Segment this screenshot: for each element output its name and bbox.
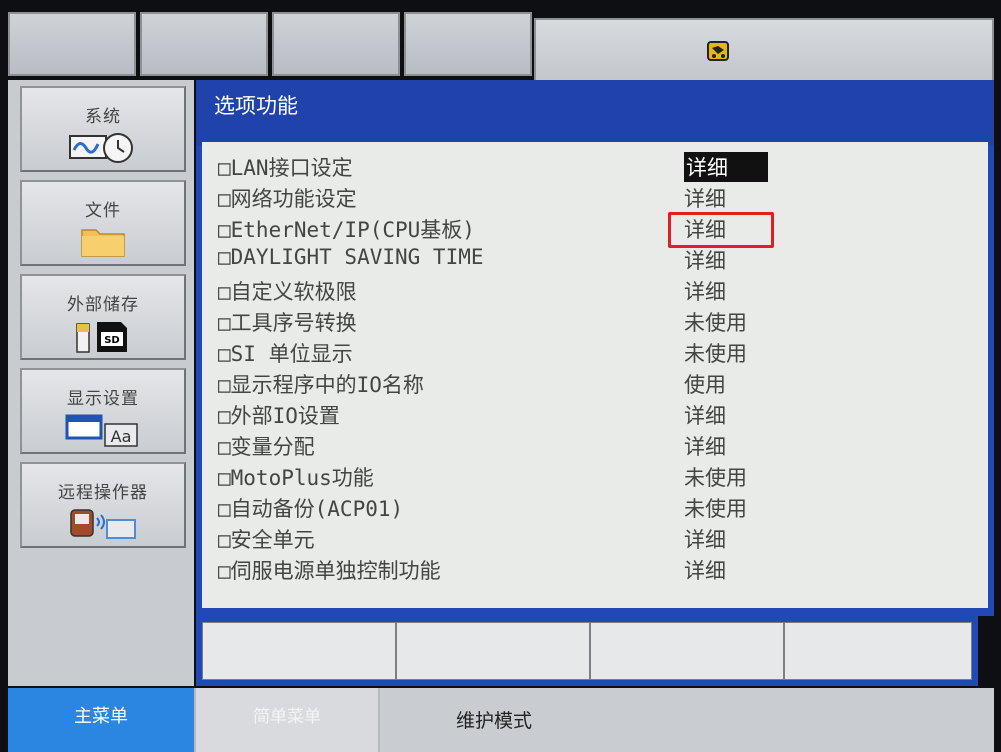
list-item[interactable]: □变量分配 详细 (218, 431, 978, 461)
remote-pendant-icon (70, 509, 136, 539)
softkey-1[interactable] (202, 622, 396, 680)
main-menu-sidebar: 系统 文件 外部储存 SD 显示设置 Aa 远程操作器 (8, 80, 194, 686)
sidebar-item-system[interactable]: 系统 (20, 86, 186, 172)
window-title-bar: 选项功能 (196, 80, 994, 146)
option-value[interactable]: 未使用 (684, 493, 747, 523)
page-title: 选项功能 (214, 94, 298, 118)
robot-status-icon (707, 41, 729, 61)
highlight-annotation-box (668, 212, 774, 248)
option-name: □外部IO设置 (218, 404, 340, 428)
top-tab-3[interactable] (272, 12, 400, 76)
list-item[interactable]: □DAYLIGHT SAVING TIME 详细 (218, 245, 978, 275)
option-value[interactable]: 未使用 (684, 307, 747, 337)
folder-icon (81, 229, 125, 257)
list-item[interactable]: □自定义软极限 详细 (218, 276, 978, 306)
list-item[interactable]: □LAN接口设定 详细 (218, 152, 978, 182)
option-value[interactable]: 使用 (684, 369, 726, 399)
list-item[interactable]: □外部IO设置 详细 (218, 400, 978, 430)
option-name: □自动备份(ACP01) (218, 497, 404, 521)
option-value[interactable]: 详细 (684, 183, 726, 213)
option-name: □EtherNet/IP(CPU基板) (218, 218, 475, 242)
sidebar-item-label: 文件 (85, 201, 121, 221)
option-value[interactable]: 详细 (684, 431, 726, 461)
softkey-bar (196, 616, 978, 686)
list-item[interactable]: □显示程序中的IO名称 使用 (218, 369, 978, 399)
list-item[interactable]: □EtherNet/IP(CPU基板) 详细 (218, 214, 978, 244)
top-tab-4[interactable] (404, 12, 532, 76)
svg-text:Aa: Aa (111, 427, 132, 446)
list-item[interactable]: □安全单元 详细 (218, 524, 978, 554)
sd-card-icon: SD (76, 322, 127, 353)
sidebar-item-display-settings[interactable]: 显示设置 Aa (20, 368, 186, 454)
option-value[interactable]: 未使用 (684, 338, 747, 368)
simple-menu-button[interactable]: 简单菜单 (196, 688, 378, 752)
option-name: □SI 单位显示 (218, 342, 353, 366)
svg-text:SD: SD (104, 335, 120, 346)
option-value[interactable]: 详细 (684, 245, 726, 275)
sidebar-item-label: 远程操作器 (58, 483, 148, 503)
option-value[interactable]: 详细 (684, 400, 726, 430)
option-name: □自定义软极限 (218, 280, 357, 304)
option-value[interactable]: 详细 (684, 276, 726, 306)
main-menu-button[interactable]: 主菜单 (8, 688, 194, 752)
option-value[interactable]: 详细 (684, 555, 726, 585)
sidebar-item-file[interactable]: 文件 (20, 180, 186, 266)
mode-label: 维护模式 (456, 710, 533, 732)
sidebar-item-external-storage[interactable]: 外部储存 SD (20, 274, 186, 360)
list-item[interactable]: □MotoPlus功能 未使用 (218, 462, 978, 492)
softkey-2[interactable] (396, 622, 590, 680)
sidebar-item-label: 系统 (85, 107, 121, 127)
list-item[interactable]: □SI 单位显示 未使用 (218, 338, 978, 368)
list-item[interactable]: □自动备份(ACP01) 未使用 (218, 493, 978, 523)
option-value[interactable]: 详细 (684, 524, 726, 554)
sidebar-item-remote-operator[interactable]: 远程操作器 (20, 462, 186, 548)
option-function-window: 选项功能 □LAN接口设定 详细 □网络功能设定 详细 □EtherNet/IP… (196, 80, 994, 616)
status-area (534, 18, 994, 82)
option-name: □工具序号转换 (218, 311, 357, 335)
top-tab-2[interactable] (140, 12, 268, 76)
list-item[interactable]: □网络功能设定 详细 (218, 183, 978, 213)
option-name: □MotoPlus功能 (218, 466, 374, 490)
option-list: □LAN接口设定 详细 □网络功能设定 详细 □EtherNet/IP(CPU基… (202, 142, 988, 608)
list-item[interactable]: □工具序号转换 未使用 (218, 307, 978, 337)
option-name: □网络功能设定 (218, 187, 357, 211)
option-value[interactable]: 未使用 (684, 462, 747, 492)
option-name: □DAYLIGHT SAVING TIME (218, 245, 484, 269)
option-name: □变量分配 (218, 435, 315, 459)
top-tab-1[interactable] (8, 12, 136, 76)
option-name: □伺服电源单独控制功能 (218, 559, 441, 583)
bottom-bar: 主菜单 简单菜单 维护模式 (8, 688, 994, 752)
option-name: □LAN接口设定 (218, 156, 353, 180)
softkey-4[interactable] (784, 622, 972, 680)
sidebar-item-label: 外部储存 (67, 295, 139, 315)
option-name: □安全单元 (218, 528, 315, 552)
option-name: □显示程序中的IO名称 (218, 373, 424, 397)
clock-wave-icon (69, 133, 133, 163)
option-value[interactable]: 详细 (684, 152, 768, 182)
list-item[interactable]: □伺服电源单独控制功能 详细 (218, 555, 978, 585)
mode-indicator: 维护模式 (380, 688, 994, 752)
sidebar-item-label: 显示设置 (67, 389, 139, 409)
softkey-3[interactable] (590, 622, 784, 680)
display-font-icon: Aa (65, 414, 138, 447)
